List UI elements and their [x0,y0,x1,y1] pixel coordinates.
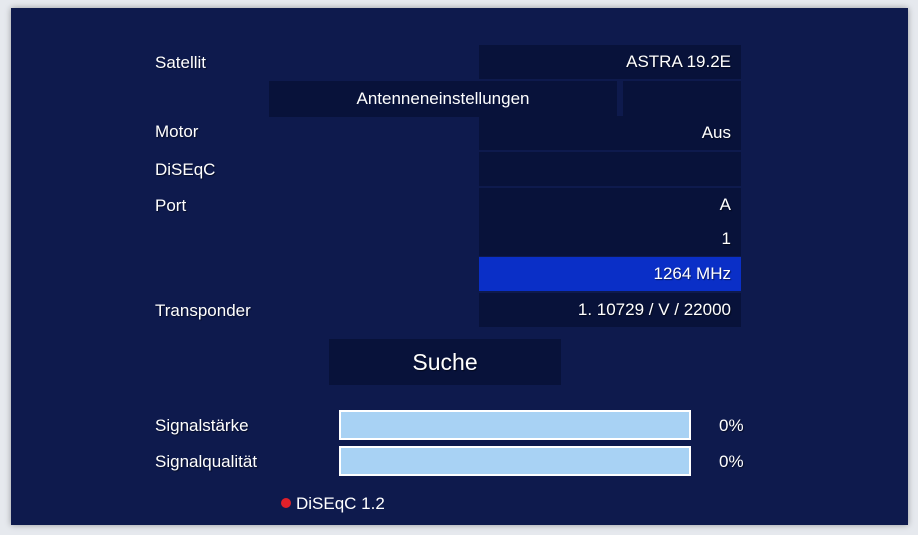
antenna-settings-button[interactable]: Antenneneinstellungen [269,81,617,117]
red-button-icon [281,498,291,508]
transponder-value-box[interactable]: 1. 10729 / V / 22000 [479,293,741,327]
port-value-box[interactable]: A [479,188,741,222]
motor-label: Motor [155,122,199,141]
search-button[interactable]: Suche [329,339,561,385]
satellite-value: ASTRA 19.2E [626,52,731,71]
antenna-settings-spacer [623,81,741,117]
port-number-box[interactable]: 1 [479,222,741,256]
motor-value: Aus [701,123,731,142]
port-number-value: 1 [721,229,731,248]
satellite-label: Satellit [155,53,207,72]
port-label: Port [155,196,187,215]
signal-quality-label: Signalqualität [155,452,258,471]
frequency-value: 1264 MHz [653,264,731,283]
diseqc-label: DiSEqC [155,160,216,179]
signal-strength-bar [339,410,691,440]
motor-value-box[interactable]: Aus [479,116,741,150]
tv-menu-screen: Satellit ASTRA 19.2E Antenneneinstellung… [11,8,908,525]
diseqc-value-box[interactable] [479,152,741,186]
signal-strength-label: Signalstärke [155,416,249,435]
signal-quality-empty [341,448,689,474]
satellite-value-box[interactable]: ASTRA 19.2E [479,45,741,79]
port-value: A [719,195,731,214]
footer-hint[interactable]: DiSEqC 1.2 [281,494,385,514]
signal-strength-empty [341,412,689,438]
signal-strength-percent: 0% [719,416,744,435]
transponder-value: 1. 10729 / V / 22000 [577,300,731,319]
transponder-label: Transponder [155,301,251,320]
footer-hint-label: DiSEqC 1.2 [296,494,385,513]
signal-quality-bar [339,446,691,476]
frequency-value-box[interactable]: 1264 MHz [479,257,741,291]
signal-quality-percent: 0% [719,452,744,471]
